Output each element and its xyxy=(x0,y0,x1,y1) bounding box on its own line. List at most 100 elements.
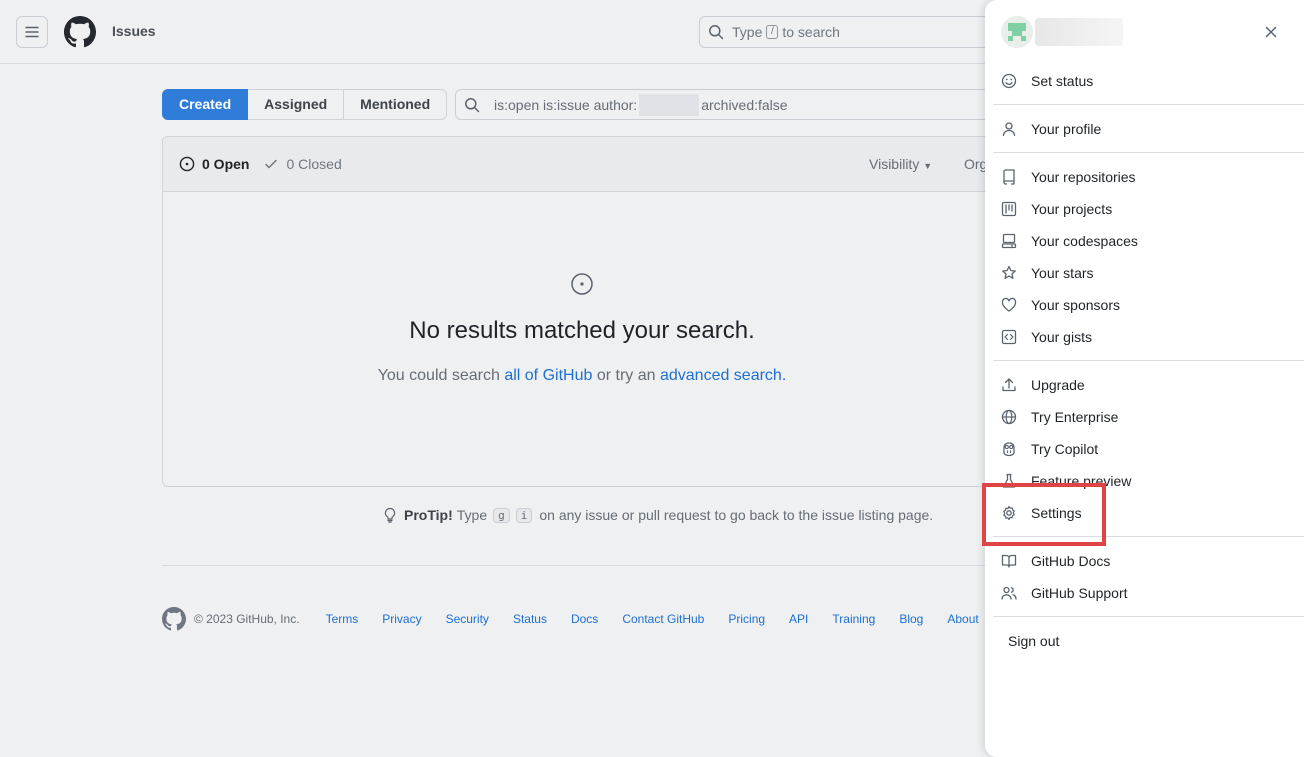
menu-item-label: Your sponsors xyxy=(1031,297,1120,313)
footer-link-security[interactable]: Security xyxy=(446,612,489,626)
menu-item-set-status[interactable]: Set status xyxy=(1001,69,1093,93)
footer-link-contact[interactable]: Contact GitHub xyxy=(622,612,704,626)
code-square-icon xyxy=(1001,329,1017,345)
footer-link-pricing[interactable]: Pricing xyxy=(728,612,765,626)
issues-list-header: 0 Open 0 Closed Visibility ▼ Org xyxy=(163,137,1001,192)
footer-link-terms[interactable]: Terms xyxy=(326,612,359,626)
search-placeholder-prefix: Type xyxy=(732,24,763,40)
upload-icon xyxy=(1002,378,1016,392)
redacted-username xyxy=(639,93,700,116)
people-icon xyxy=(1001,586,1017,600)
menu-item-your-profile[interactable]: Your profile xyxy=(1001,117,1101,141)
search-shortcut-key: / xyxy=(766,25,779,39)
issue-opened-icon xyxy=(571,273,593,295)
menu-item-sign-out[interactable]: Sign out xyxy=(1008,629,1059,653)
hamburger-icon xyxy=(25,26,39,38)
advanced-search-link[interactable]: advanced search. xyxy=(660,367,786,384)
menu-item-label: Set status xyxy=(1031,73,1094,89)
star-icon xyxy=(1002,265,1016,279)
menu-item-github-support[interactable]: GitHub Support xyxy=(1001,581,1128,605)
issues-subnav: Created Assigned Mentioned xyxy=(162,89,448,120)
menu-item-your-repositories[interactable]: Your repositories xyxy=(1001,165,1136,189)
menu-divider xyxy=(993,152,1304,153)
check-icon xyxy=(265,159,278,169)
page-context-title[interactable]: Issues xyxy=(112,23,156,39)
search-placeholder-suffix: to search xyxy=(782,24,840,40)
menu-item-label: Your stars xyxy=(1031,265,1094,281)
menu-item-your-stars[interactable]: Your stars xyxy=(1001,261,1094,285)
site-footer: © 2023 GitHub, Inc. Terms Privacy Securi… xyxy=(162,607,991,631)
footer-divider xyxy=(162,565,992,566)
footer-copyright: © 2023 GitHub, Inc. xyxy=(194,612,300,626)
menu-item-label: Your codespaces xyxy=(1031,233,1138,249)
closed-issues-filter[interactable]: 0 Closed xyxy=(263,156,342,172)
menu-divider xyxy=(993,104,1304,105)
identicon-icon xyxy=(1001,16,1033,48)
globe-icon xyxy=(1001,409,1017,425)
menu-divider xyxy=(993,360,1304,361)
issue-opened-icon xyxy=(179,156,195,172)
protip-text-after: on any issue or pull request to go back … xyxy=(539,507,934,523)
footer-link-about[interactable]: About xyxy=(947,612,978,626)
redacted-username xyxy=(1035,18,1123,46)
menu-item-your-projects[interactable]: Your projects xyxy=(1001,197,1112,221)
close-icon[interactable] xyxy=(1263,24,1279,40)
closed-count-label: 0 Closed xyxy=(286,156,342,172)
organization-dropdown[interactable]: Org xyxy=(964,156,987,172)
footer-link-privacy[interactable]: Privacy xyxy=(382,612,421,626)
project-icon xyxy=(1001,201,1017,217)
light-bulb-icon xyxy=(384,507,396,523)
copilot-icon xyxy=(1003,442,1015,457)
hamburger-menu-button[interactable] xyxy=(16,16,48,48)
visibility-label: Visibility xyxy=(869,156,920,172)
settings-highlight-box xyxy=(982,483,1106,546)
all-of-github-link[interactable]: all of GitHub xyxy=(504,367,592,384)
menu-item-label: Your gists xyxy=(1031,329,1092,345)
footer-link-training[interactable]: Training xyxy=(832,612,875,626)
person-icon xyxy=(1002,122,1016,137)
footer-link-docs[interactable]: Docs xyxy=(571,612,598,626)
github-mark-icon[interactable] xyxy=(162,607,186,631)
menu-item-upgrade[interactable]: Upgrade xyxy=(1001,373,1085,397)
protip-key-g: g xyxy=(493,507,510,523)
tab-assigned[interactable]: Assigned xyxy=(248,89,345,120)
search-icon xyxy=(709,25,724,40)
menu-item-your-sponsors[interactable]: Your sponsors xyxy=(1001,293,1120,317)
menu-item-label: Upgrade xyxy=(1031,377,1085,393)
footer-link-blog[interactable]: Blog xyxy=(899,612,923,626)
blankslate-description: You could search all of GitHub or try an… xyxy=(163,367,1001,385)
blankslate-text-middle: or try an xyxy=(596,367,656,384)
menu-item-github-docs[interactable]: GitHub Docs xyxy=(1001,549,1110,573)
blankslate-title: No results matched your search. xyxy=(409,317,755,344)
blankslate-text-before: You could search xyxy=(377,367,500,384)
menu-item-label: Sign out xyxy=(1008,633,1060,649)
open-issues-filter[interactable]: 0 Open xyxy=(179,156,249,172)
issues-filter-input[interactable]: is:open is:issue author: archived:false xyxy=(455,89,995,120)
smiley-icon xyxy=(1001,73,1017,89)
menu-item-your-codespaces[interactable]: Your codespaces xyxy=(1001,229,1138,253)
protip-label: ProTip! xyxy=(404,507,453,523)
menu-item-label: Your projects xyxy=(1031,201,1113,217)
menu-item-your-gists[interactable]: Your gists xyxy=(1001,325,1092,349)
filter-query-prefix: is:open is:issue author: xyxy=(494,96,638,113)
menu-item-label: Your repositories xyxy=(1031,169,1136,185)
menu-item-label: GitHub Docs xyxy=(1031,553,1111,569)
menu-item-label: Try Copilot xyxy=(1031,441,1099,457)
footer-link-api[interactable]: API xyxy=(789,612,808,626)
visibility-dropdown[interactable]: Visibility ▼ xyxy=(869,156,932,172)
menu-item-try-copilot[interactable]: Try Copilot xyxy=(1001,437,1098,461)
tab-mentioned[interactable]: Mentioned xyxy=(344,89,448,120)
global-search-input[interactable]: Type / to search xyxy=(699,16,999,48)
open-count-label: 0 Open xyxy=(202,156,250,172)
footer-link-status[interactable]: Status xyxy=(513,612,547,626)
menu-item-try-enterprise[interactable]: Try Enterprise xyxy=(1001,405,1118,429)
avatar xyxy=(1001,16,1033,48)
search-icon xyxy=(465,97,480,112)
protip: ProTip! Type g i on any issue or pull re… xyxy=(382,507,933,523)
menu-item-label: Your profile xyxy=(1031,121,1102,137)
github-logo-icon[interactable] xyxy=(64,16,96,48)
repo-icon xyxy=(1003,169,1015,185)
menu-divider xyxy=(993,616,1304,617)
filter-query-suffix: archived:false xyxy=(701,96,788,113)
tab-created[interactable]: Created xyxy=(162,89,249,120)
